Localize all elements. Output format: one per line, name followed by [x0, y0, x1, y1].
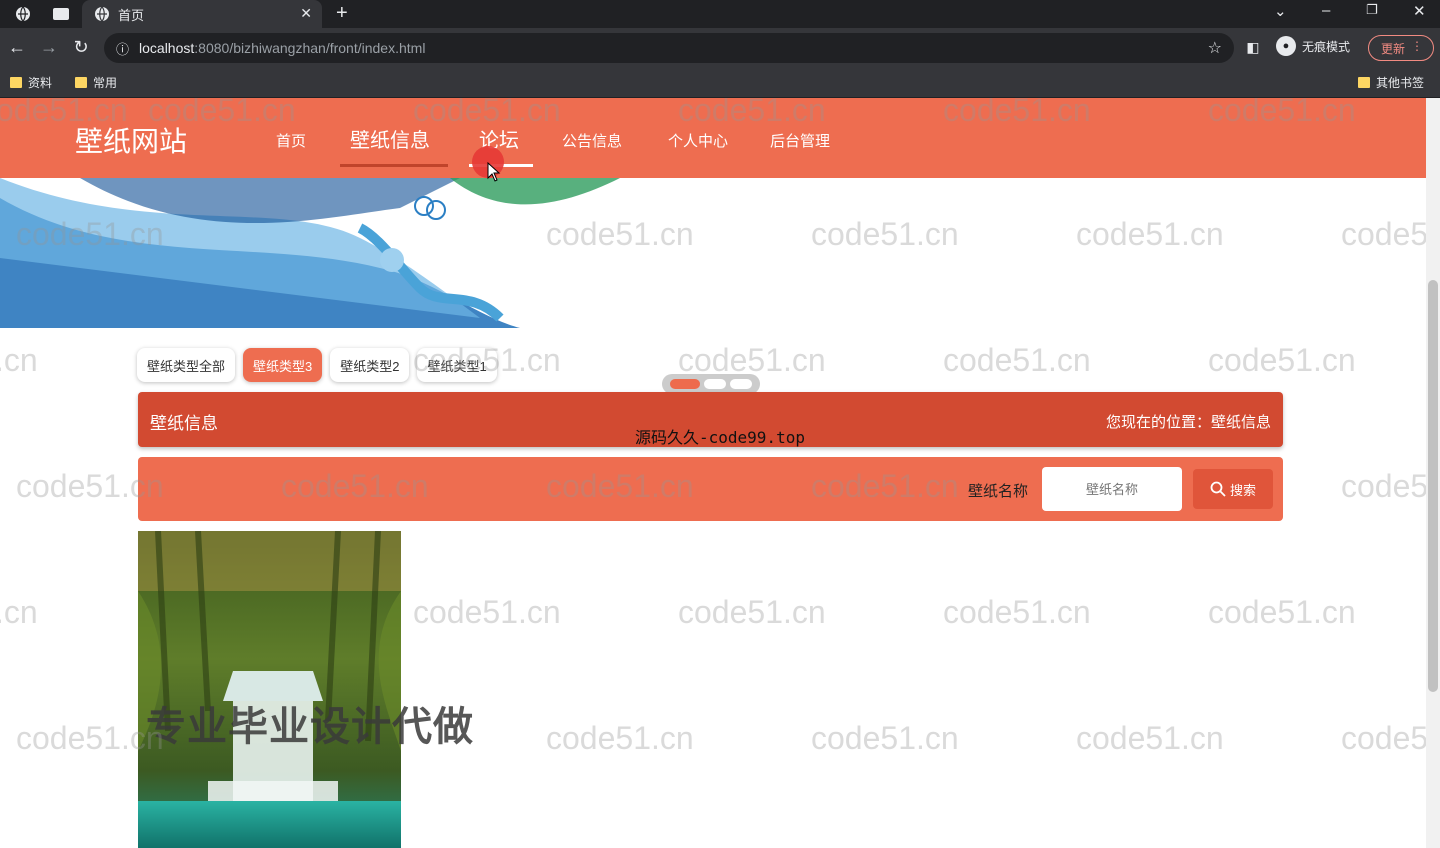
page-viewport: 壁纸网站 首页 壁纸信息 论坛 公告信息 个人中心 后台管理 壁纸类型全部 壁纸… — [0, 98, 1426, 848]
hero-carousel — [0, 178, 1426, 394]
info-icon[interactable]: ⓘ — [116, 39, 129, 58]
watermark: code51.cn — [1341, 468, 1426, 504]
watermark: code51.cn — [943, 342, 1091, 378]
nav-announcements[interactable]: 公告信息 — [562, 130, 622, 151]
url-host: localhost — [139, 40, 195, 56]
reload-icon[interactable]: ↻ — [70, 36, 92, 58]
overlay-text-big: 专业毕业设计代做 — [146, 705, 474, 749]
nav-label: 首页 — [276, 133, 307, 150]
watermark: code51.cn — [0, 594, 38, 630]
mouse-cursor-icon — [487, 162, 501, 182]
overlay-text-top: 源码久久-code99.top — [635, 428, 805, 447]
scrollbar-thumb[interactable] — [1428, 280, 1438, 692]
other-bookmarks-label: 其他书签 — [1376, 76, 1425, 90]
site-navbar: 壁纸网站 首页 壁纸信息 论坛 公告信息 个人中心 后台管理 — [0, 98, 1426, 182]
category-type2[interactable]: 壁纸类型2 — [330, 348, 410, 382]
active-tab[interactable]: 首页 ✕ — [82, 0, 322, 28]
side-panel-icon[interactable]: ◧ — [1242, 36, 1264, 58]
bookmark-label: 资料 — [28, 76, 53, 90]
carousel-dot[interactable] — [730, 379, 752, 389]
browser-tab-strip: 首页 ✕ + ⌄ – ❐ ✕ — [0, 0, 1440, 28]
update-label: 更新 — [1381, 41, 1406, 56]
search-button[interactable]: 搜索 — [1193, 469, 1273, 509]
bookmark-label: 常用 — [93, 76, 118, 90]
section-title: 壁纸信息 — [150, 414, 218, 433]
new-tab-icon[interactable]: + — [336, 2, 348, 25]
minimize-icon[interactable]: – — [1322, 2, 1330, 19]
search-input[interactable] — [1042, 467, 1182, 511]
url-path: :8080/bizhiwangzhan/front/index.html — [194, 40, 426, 56]
bookmark-folder-changyong[interactable]: 常用 — [75, 74, 117, 91]
folder-icon — [75, 77, 87, 88]
forward-icon[interactable]: → — [38, 36, 60, 58]
nav-wallpaper-info[interactable]: 壁纸信息 — [340, 124, 448, 167]
active-underline — [340, 164, 448, 167]
update-button[interactable]: 更新 ⋮ — [1368, 35, 1434, 61]
incognito-indicator[interactable]: ● 无痕模式 — [1276, 36, 1350, 56]
search-label: 壁纸名称 — [968, 483, 1029, 500]
watermark: code51.cn — [943, 594, 1091, 630]
nav-personal-center[interactable]: 个人中心 — [668, 130, 728, 151]
nav-label: 壁纸信息 — [350, 130, 430, 152]
watermark: code51.cn — [1076, 720, 1224, 756]
breadcrumb: 您现在的位置：壁纸信息 — [1105, 414, 1271, 431]
nav-label: 个人中心 — [668, 133, 729, 150]
wallpaper-thumbnail — [138, 531, 401, 848]
carousel-banner-image — [0, 178, 620, 328]
carousel-dot-active[interactable] — [670, 379, 700, 389]
folder-icon — [10, 77, 22, 88]
watermark: code51.cn — [1208, 342, 1356, 378]
close-tab-icon[interactable]: ✕ — [300, 5, 312, 22]
nav-admin[interactable]: 后台管理 — [770, 130, 830, 151]
page-scrollbar[interactable] — [1426, 98, 1440, 848]
watermark: code51.cn — [0, 342, 38, 378]
wallpaper-card[interactable] — [138, 531, 401, 848]
restore-icon[interactable]: ❐ — [1366, 2, 1378, 18]
address-bar[interactable]: ⓘ localhost:8080/bizhiwangzhan/front/ind… — [104, 33, 1234, 63]
watermark: code51.cn — [1341, 720, 1426, 756]
back-icon[interactable]: ← — [6, 36, 28, 58]
nav-home[interactable]: 首页 — [276, 130, 306, 151]
search-button-label: 搜索 — [1229, 482, 1256, 498]
bookmarks-bar: 资料 常用 其他书签 — [0, 68, 1440, 98]
carousel-dot[interactable] — [704, 379, 726, 389]
watermark: code51.cn — [811, 720, 959, 756]
search-bar: 壁纸名称 搜索 — [138, 457, 1283, 521]
browser-toolbar: ← → ↻ ⓘ localhost:8080/bizhiwangzhan/fro… — [0, 28, 1440, 68]
search-icon — [1210, 481, 1226, 497]
bookmark-star-icon[interactable]: ☆ — [1208, 38, 1222, 58]
category-type1[interactable]: 壁纸类型1 — [417, 348, 497, 382]
bookmark-folder-ziliao[interactable]: 资料 — [10, 74, 52, 91]
category-filter: 壁纸类型全部 壁纸类型3 壁纸类型2 壁纸类型1 — [137, 348, 497, 382]
folder-icon — [1358, 77, 1370, 88]
carousel-indicator — [662, 374, 760, 394]
nav-label: 公告信息 — [562, 133, 623, 150]
watermark: code51.cn — [1208, 594, 1356, 630]
menu-dots-icon: ⋮ — [1411, 39, 1423, 53]
watermark: code51.cn — [678, 594, 826, 630]
other-bookmarks[interactable]: 其他书签 — [1358, 74, 1424, 91]
category-all[interactable]: 壁纸类型全部 — [137, 348, 236, 382]
tab-title: 首页 — [118, 7, 145, 23]
incognito-label: 无痕模式 — [1302, 39, 1351, 54]
watermark: code51.cn — [546, 720, 694, 756]
tab-list-chevron-icon[interactable]: ⌄ — [1274, 2, 1287, 20]
incognito-icon: ● — [1276, 36, 1296, 56]
browser-profile-icon[interactable] — [14, 5, 32, 23]
site-logo[interactable]: 壁纸网站 — [75, 120, 187, 160]
category-type3[interactable]: 壁纸类型3 — [243, 348, 323, 382]
nav-label: 后台管理 — [770, 133, 831, 150]
watermark: code51.cn — [413, 594, 561, 630]
tab-search-icon[interactable] — [52, 5, 70, 23]
globe-icon — [95, 6, 109, 22]
close-window-icon[interactable]: ✕ — [1413, 2, 1426, 20]
